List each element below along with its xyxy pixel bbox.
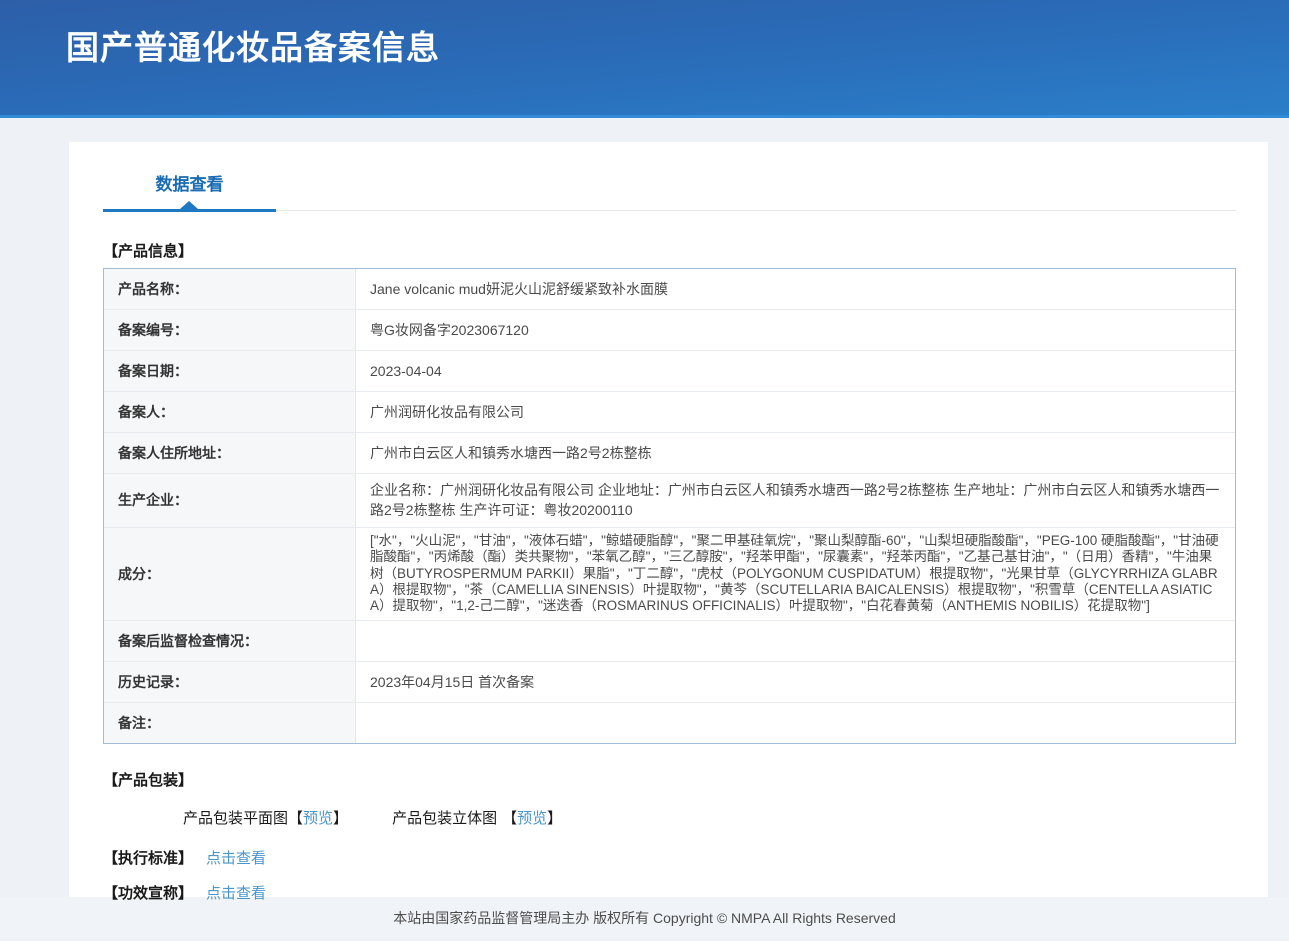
execution-standard-heading: 【执行标准】 bbox=[103, 847, 193, 868]
row-value: 企业名称：广州润研化妆品有限公司 企业地址：广州市白云区人和镇秀水塘西一路2号2… bbox=[356, 474, 1235, 527]
table-row-post_registration_supervision: 备案后监督检查情况： bbox=[104, 621, 1235, 662]
row-value: 2023年04月15日 首次备案 bbox=[356, 662, 1235, 702]
bracket-open: 【 bbox=[288, 810, 303, 827]
table-row-ingredients: 成分：["水"，"火山泥"，"甘油"，"液体石蜡"，"鲸蜡硬脂醇"，"聚二甲基硅… bbox=[104, 528, 1235, 621]
execution-standard-view-link[interactable]: 点击查看 bbox=[206, 847, 266, 868]
table-row-history: 历史记录：2023年04月15日 首次备案 bbox=[104, 662, 1235, 703]
packaging-stereo-preview-link[interactable]: 预览 bbox=[517, 810, 547, 827]
packaging-stereo-group: 产品包装立体图【预览】 bbox=[392, 810, 562, 827]
table-row-registrant_address: 备案人住所地址：广州市白云区人和镇秀水塘西一路2号2栋整栋 bbox=[104, 433, 1235, 474]
efficacy-claim-view-link[interactable]: 点击查看 bbox=[206, 882, 266, 903]
row-value: ["水"，"火山泥"，"甘油"，"液体石蜡"，"鲸蜡硬脂醇"，"聚二甲基硅氧烷"… bbox=[356, 528, 1235, 620]
packaging-flat-group: 产品包装平面图【预览】 bbox=[183, 810, 348, 827]
tab-bar: 数据查看 bbox=[103, 142, 1236, 211]
packaging-flat-preview-link[interactable]: 预览 bbox=[303, 810, 333, 827]
row-value: Jane volcanic mud妍泥火山泥舒缓紧致补水面膜 bbox=[356, 269, 1235, 309]
row-label: 产品名称： bbox=[104, 269, 356, 309]
bracket-close: 】 bbox=[547, 810, 562, 827]
row-label: 历史记录： bbox=[104, 662, 356, 702]
table-row-product_name: 产品名称：Jane volcanic mud妍泥火山泥舒缓紧致补水面膜 bbox=[104, 269, 1235, 310]
table-row-remarks: 备注： bbox=[104, 703, 1235, 743]
packaging-flat-label: 产品包装平面图 bbox=[183, 810, 288, 827]
table-row-registration_date: 备案日期：2023-04-04 bbox=[104, 351, 1235, 392]
tab-active-caret-icon bbox=[180, 201, 198, 209]
page-footer: 本站由国家药品监督管理局主办 版权所有 Copyright © NMPA All… bbox=[0, 897, 1289, 938]
table-row-manufacturer: 生产企业：企业名称：广州润研化妆品有限公司 企业地址：广州市白云区人和镇秀水塘西… bbox=[104, 474, 1235, 528]
bracket-open: 【 bbox=[502, 810, 517, 827]
row-value: 广州润研化妆品有限公司 bbox=[356, 392, 1235, 432]
efficacy-claim-heading: 【功效宣称】 bbox=[103, 882, 193, 903]
bracket-close: 】 bbox=[333, 810, 348, 827]
product-info-table: 产品名称：Jane volcanic mud妍泥火山泥舒缓紧致补水面膜备案编号：… bbox=[103, 268, 1236, 744]
row-label: 成分： bbox=[104, 528, 356, 620]
packaging-line: 产品包装平面图【预览】产品包装立体图【预览】 bbox=[103, 807, 1236, 828]
page-header: 国产普通化妆品备案信息 bbox=[0, 0, 1289, 118]
row-label: 备案编号： bbox=[104, 310, 356, 350]
table-row-registration_number: 备案编号：粤G妆网备字2023067120 bbox=[104, 310, 1235, 351]
product-info-heading: 【产品信息】 bbox=[103, 240, 1236, 261]
row-value: 粤G妆网备字2023067120 bbox=[356, 310, 1235, 350]
row-label: 备案日期： bbox=[104, 351, 356, 391]
row-value bbox=[356, 703, 1235, 743]
row-label: 备注： bbox=[104, 703, 356, 743]
row-value: 2023-04-04 bbox=[356, 351, 1235, 391]
row-label: 备案人住所地址： bbox=[104, 433, 356, 473]
row-value bbox=[356, 621, 1235, 661]
row-label: 备案人： bbox=[104, 392, 356, 432]
content-card: 数据查看 【产品信息】 产品名称：Jane volcanic mud妍泥火山泥舒… bbox=[69, 142, 1268, 897]
row-value: 广州市白云区人和镇秀水塘西一路2号2栋整栋 bbox=[356, 433, 1235, 473]
packaging-stereo-label: 产品包装立体图 bbox=[392, 810, 497, 827]
execution-standard-line: 【执行标准】 点击查看 bbox=[103, 847, 1236, 868]
row-label: 备案后监督检查情况： bbox=[104, 621, 356, 661]
row-label: 生产企业： bbox=[104, 474, 356, 527]
page-title: 国产普通化妆品备案信息 bbox=[0, 0, 1289, 69]
tab-active-underline bbox=[103, 209, 276, 212]
table-row-registrant: 备案人：广州润研化妆品有限公司 bbox=[104, 392, 1235, 433]
product-packaging-heading: 【产品包装】 bbox=[103, 769, 1236, 790]
